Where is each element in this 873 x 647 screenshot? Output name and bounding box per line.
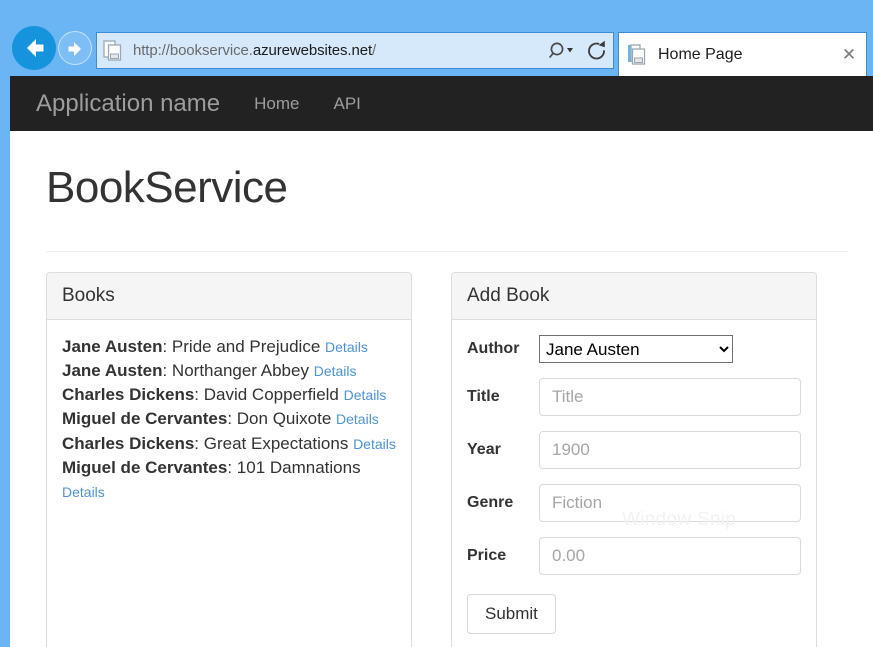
form-row-title: Title [467,378,801,416]
submit-button[interactable]: Submit [467,594,556,634]
add-book-panel-heading: Add Book [452,273,816,320]
book-separator: : [194,434,203,453]
back-button[interactable] [12,26,56,70]
book-title: 101 Damnations [237,458,361,477]
form-row-author: Author Jane AustenCharles DickensMiguel … [467,335,801,363]
search-button[interactable] [547,33,581,68]
close-icon[interactable]: ✕ [832,46,866,63]
form-row-genre: Genre [467,484,801,522]
arrow-right-icon [59,32,93,66]
book-author: Charles Dickens [62,385,194,404]
url-host: azurewebsites.net [253,42,372,59]
book-separator: : [227,458,236,477]
details-link[interactable]: Details [62,484,105,500]
form-row-price: Price [467,537,801,575]
books-panel: Books Jane Austen: Pride and Prejudice D… [46,272,412,647]
list-item: Miguel de Cervantes: 101 Damnations Deta… [62,456,396,504]
nav-link-home[interactable]: Home [254,94,299,114]
list-item: Jane Austen: Pride and Prejudice Details [62,335,396,359]
book-author: Jane Austen [62,337,162,356]
title-label: Title [467,388,539,406]
refresh-button[interactable] [581,33,613,68]
details-link[interactable]: Details [314,363,357,379]
address-bar[interactable]: http://bookservice.azurewebsites.net/ [96,32,614,69]
book-title: Pride and Prejudice [172,337,320,356]
genre-label: Genre [467,494,539,512]
add-book-form: Author Jane AustenCharles DickensMiguel … [452,320,816,647]
books-panel-title: Books [62,285,396,307]
title-divider [46,251,848,252]
details-link[interactable]: Details [344,387,387,403]
book-author: Miguel de Cervantes [62,409,227,428]
refresh-icon [585,39,609,63]
details-link[interactable]: Details [325,339,368,355]
genre-input[interactable] [539,484,801,522]
page-title: BookService [46,163,848,213]
tab-title: Home Page [658,46,832,64]
details-link[interactable]: Details [353,436,396,452]
forward-button[interactable] [58,31,92,65]
books-panel-body: Jane Austen: Pride and Prejudice Details… [47,320,411,519]
book-author: Jane Austen [62,361,162,380]
document-icon [103,39,125,63]
arrow-left-icon [12,26,56,70]
book-author: Miguel de Cervantes [62,458,227,477]
caret-down-icon [567,48,573,53]
author-select[interactable]: Jane AustenCharles DickensMiguel de Cerv… [539,335,733,363]
book-list: Jane Austen: Pride and Prejudice Details… [62,335,396,504]
list-item: Miguel de Cervantes: Don Quixote Details [62,407,396,431]
book-separator: : [227,409,236,428]
site-navbar: Application name Home API [10,76,873,131]
magnifier-icon [547,40,581,62]
add-book-panel-title: Add Book [467,285,801,307]
title-input[interactable] [539,378,801,416]
panels-row: Books Jane Austen: Pride and Prejudice D… [46,272,848,647]
browser-chrome: http://bookservice.azurewebsites.net/ [0,0,873,76]
document-icon [627,43,649,67]
author-label: Author [467,340,539,358]
books-panel-heading: Books [47,273,411,320]
book-title: Northanger Abbey [172,361,309,380]
price-input[interactable] [539,537,801,575]
book-author: Charles Dickens [62,434,194,453]
price-label: Price [467,547,539,565]
year-label: Year [467,441,539,459]
add-book-panel: Add Book Author Jane AustenCharles Dicke… [451,272,817,647]
year-input[interactable] [539,431,801,469]
url-text: http://bookservice.azurewebsites.net/ [133,42,547,59]
book-title: David Copperfield [204,385,339,404]
book-separator: : [162,337,171,356]
nav-link-api[interactable]: API [333,94,360,114]
page-container: BookService Books Jane Austen: Pride and… [10,163,873,647]
list-item: Charles Dickens: David Copperfield Detai… [62,383,396,407]
book-title: Don Quixote [237,409,332,428]
tab-strip: Home Page ✕ [618,32,873,76]
list-item: Jane Austen: Northanger Abbey Details [62,359,396,383]
form-row-year: Year [467,431,801,469]
list-item: Charles Dickens: Great Expectations Deta… [62,432,396,456]
details-link[interactable]: Details [336,411,379,427]
browser-window: http://bookservice.azurewebsites.net/ [0,0,873,647]
book-separator: : [194,385,203,404]
book-title: Great Expectations [204,434,349,453]
book-separator: : [162,361,171,380]
navbar-brand[interactable]: Application name [36,90,220,118]
browser-tab-home-page[interactable]: Home Page ✕ [618,32,867,76]
page-viewport: Application name Home API BookService Bo… [10,76,873,647]
